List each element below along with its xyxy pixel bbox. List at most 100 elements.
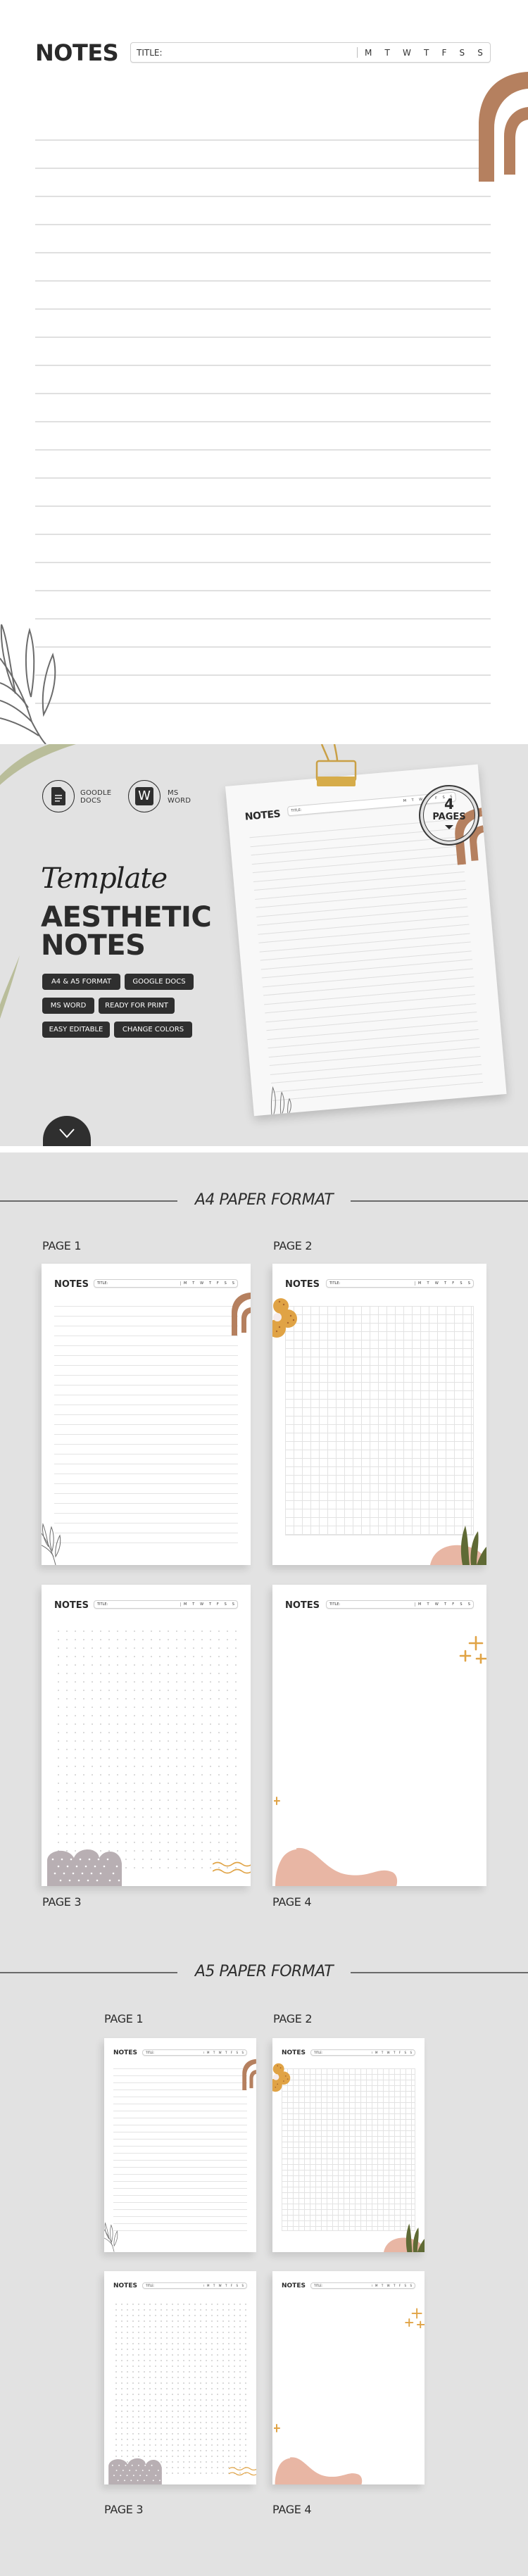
day-label: S (460, 1602, 463, 1607)
day-label: T (394, 2284, 396, 2287)
a4-page-4-preview[interactable]: NOTES TITLE: M T W T F S S (272, 1585, 486, 1886)
notes-heading: NOTES (113, 2282, 137, 2289)
notes-heading: NOTES (113, 2049, 137, 2056)
day-sun[interactable]: S (477, 48, 483, 58)
ruled-line (264, 985, 475, 1005)
ruled-line (257, 906, 468, 926)
ruled-line (54, 1424, 238, 1425)
weekday-selector: MTWTFSS (184, 1281, 234, 1286)
ruled-line (113, 2146, 247, 2147)
dot-grid (113, 2301, 247, 2475)
ruled-line (113, 2160, 247, 2161)
ruled-line (268, 1029, 479, 1049)
ruled-line (54, 1414, 238, 1415)
title-field: TITLE: M T W T F S S (94, 1279, 238, 1288)
day-label: F (452, 1281, 455, 1286)
day-label: W (218, 2051, 222, 2054)
weekday-selector: MTWTFSS (375, 2051, 412, 2054)
a4-page-1-label: PAGE 1 (42, 1239, 82, 1252)
ruled-line (260, 950, 472, 970)
day-fri[interactable]: F (441, 48, 446, 58)
day-label: T (427, 1281, 429, 1286)
day-label: T (225, 2051, 227, 2054)
day-label: T (213, 2284, 215, 2287)
tag-google-docs: GOOGLE DOCS (125, 974, 194, 990)
ruled-line (253, 862, 464, 882)
a4-page-2-label: PAGE 2 (273, 1239, 313, 1252)
day-label: T (427, 1602, 429, 1607)
ruled-line (54, 1454, 238, 1455)
day-label: F (398, 2051, 401, 2054)
ruled-line (272, 1073, 482, 1093)
ruled-line (113, 2167, 247, 2168)
divider (203, 2285, 204, 2287)
day-label: M (375, 2284, 378, 2287)
a5-page-4-label: PAGE 4 (272, 2503, 312, 2516)
day-thu[interactable]: T (424, 48, 429, 58)
leaf-sketch-decoration (0, 624, 56, 744)
hero-banner: GOODLE DOCS W MS WORD Template AESTHETIC… (0, 744, 528, 1146)
sparkle-decoration (459, 1635, 486, 1664)
ruled-line (261, 959, 472, 979)
day-tue[interactable]: T (385, 48, 390, 58)
a5-page-3-label: PAGE 3 (104, 2503, 144, 2516)
notes-heading: NOTES (54, 1279, 89, 1290)
a5-page-2-label: PAGE 2 (273, 2012, 313, 2025)
a5-page-1-preview[interactable]: NOTES TITLE: M T W T F S S (104, 2038, 256, 2252)
ruled-line (35, 534, 491, 535)
a4-section-header: A4 PAPER FORMAT (0, 1190, 528, 1211)
day-label: M (207, 2284, 210, 2287)
a4-page-2-preview[interactable]: NOTES TITLE: M T W T F S S (272, 1264, 486, 1565)
day-sat[interactable]: S (460, 48, 465, 58)
title-field[interactable]: TITLE: M T W T F S S (130, 42, 491, 63)
title-field: TITLE: M T W T F S S (310, 2049, 415, 2056)
title-label: TITLE: (146, 2051, 155, 2054)
ruled-line (272, 1081, 484, 1101)
binder-clip (315, 744, 357, 786)
day-label: T (444, 1602, 447, 1607)
scroll-down-button[interactable] (43, 1116, 91, 1146)
ruled-line (35, 449, 491, 451)
ruled-line (258, 915, 469, 935)
notes-heading: NOTES (282, 2282, 306, 2289)
day-wed[interactable]: W (403, 48, 411, 58)
divider-line (351, 1200, 528, 1202)
title-label: TITLE: (146, 2284, 155, 2287)
script-title: Template (41, 862, 168, 895)
title-field: TITLE: M T W T F S S (142, 2282, 247, 2289)
mauve-hills-decoration (108, 2458, 162, 2484)
day-label: S (236, 2051, 239, 2054)
olive-leaf-decoration (0, 744, 76, 785)
a4-page-3-preview[interactable]: NOTES TITLE: M T W T F S S (42, 1585, 251, 1886)
day-label: S (236, 2284, 239, 2287)
title-label: TITLE: (329, 1602, 341, 1607)
ruled-line (35, 590, 491, 591)
ruled-line (113, 2082, 247, 2083)
ruled-line (256, 898, 467, 917)
title-label: TITLE: (314, 2051, 323, 2054)
blush-blob-decoration (273, 2457, 363, 2484)
google-docs-badge (42, 780, 75, 812)
a4-page-1-preview[interactable]: NOTES TITLE: M T W T F S S (42, 1264, 251, 1565)
a5-page-3-preview[interactable]: NOTES TITLE: M T W T F S S (104, 2271, 256, 2484)
tag-easy-editable: EASY EDITABLE (42, 1022, 110, 1038)
ruled-line (35, 562, 491, 563)
grid-area (285, 1306, 474, 1535)
day-label: W (218, 2284, 222, 2287)
day-label: T (192, 1281, 195, 1286)
grid-area (282, 2068, 415, 2231)
a5-page-2-preview[interactable]: NOTES TITLE: M T W T F S S (272, 2038, 425, 2252)
ruled-line (251, 845, 463, 865)
day-label: T (381, 2284, 384, 2287)
title-field: TITLE: M T W T F S S (310, 2282, 415, 2289)
sparkle-decoration (405, 2308, 425, 2328)
ruled-line (259, 933, 470, 953)
ruled-line (35, 280, 491, 282)
ruled-line (35, 168, 491, 169)
day-label: T (444, 1281, 447, 1286)
ruled-line (113, 2174, 247, 2175)
ruled-line (35, 646, 491, 648)
day-mon[interactable]: M (365, 48, 372, 58)
a5-page-4-preview[interactable]: NOTES TITLE: M T W T F S S (272, 2271, 425, 2484)
title-label: TITLE: (97, 1602, 108, 1607)
